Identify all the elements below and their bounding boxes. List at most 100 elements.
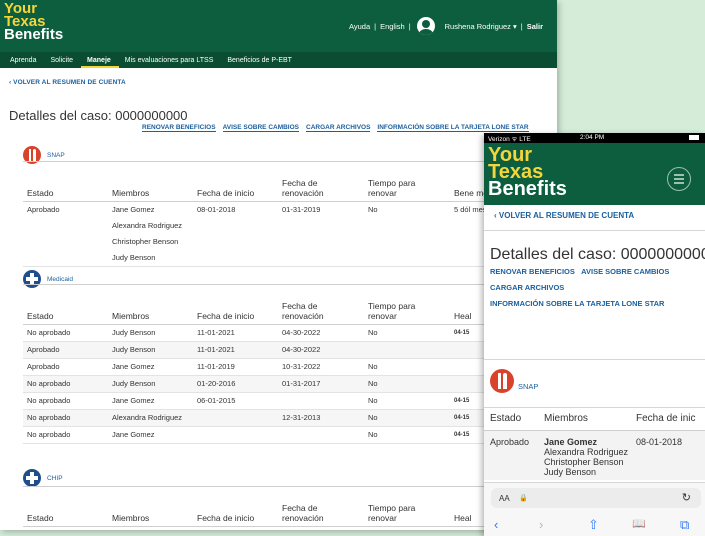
- col-miembros: Miembros: [108, 161, 193, 202]
- table-cell: [278, 426, 364, 444]
- table-cell: 11-01-2019: [193, 358, 278, 376]
- table-cell: No: [364, 324, 450, 342]
- table-cell: [193, 409, 278, 427]
- back-to-summary-link[interactable]: ‹ VOLVER AL RESUMEN DE CUENTA: [494, 211, 634, 220]
- table-cell: No aprobado: [23, 375, 108, 393]
- table-cell: No: [364, 409, 450, 427]
- report-changes-link[interactable]: AVISE SOBRE CAMBIOS: [222, 124, 300, 132]
- nav-solicite[interactable]: Solicite: [44, 56, 81, 68]
- renew-benefits-link[interactable]: RENOVAR BENEFICIOS: [142, 124, 216, 132]
- table-cell: Jane Gomez: [108, 358, 193, 376]
- col-estado: Estado: [23, 486, 108, 527]
- col-fecha-inicio: Fecha de inic: [630, 409, 705, 431]
- safari-toolbar: AA 🔒 ↻ ‹ › ⇧ 📖 ⧉: [484, 482, 705, 536]
- renew-benefits-link[interactable]: RENOVAR BENEFICIOS: [490, 267, 575, 276]
- share-icon[interactable]: ⇧: [588, 517, 599, 533]
- report-changes-link[interactable]: AVISE SOBRE CAMBIOS: [581, 267, 669, 276]
- bookmarks-icon[interactable]: 📖: [632, 517, 646, 530]
- table-row: Aprobado Jane Gomez 11-01-2019 10-31-2022 No: [23, 358, 557, 376]
- address-bar[interactable]: AA 🔒 ↻: [491, 488, 701, 508]
- members-cell: Jane Gomez Alexandra Rodriguez Christoph…: [538, 430, 630, 480]
- hamburger-menu-icon[interactable]: [667, 167, 691, 191]
- page-title: Detalles del caso: 0000000000: [9, 108, 188, 123]
- desktop-window: Your Texas Benefits Ayuda | English | Ru…: [0, 0, 557, 530]
- table-row: No aprobado Judy Benson 11-01-2021 04-30-20…: [23, 324, 557, 342]
- back-icon[interactable]: ‹: [494, 517, 498, 532]
- table-cell: [278, 392, 364, 410]
- back-to-summary-link[interactable]: ‹ VOLVER AL RESUMEN DE CUENTA: [9, 79, 126, 86]
- col-estado: Estado: [484, 409, 538, 431]
- mobile-phone: Verizon ᯤ LTE 2:04 PM Your Texas Benefit…: [484, 133, 705, 536]
- snap-program-heading: SNAP: [490, 369, 538, 393]
- case-actions: RENOVAR BENEFICIOS AVISE SOBRE CAMBIOS C…: [490, 264, 669, 312]
- estado-cell: Aprobado: [484, 430, 538, 480]
- upload-files-link[interactable]: CARGAR ARCHIVOS: [490, 280, 669, 296]
- table-cell: 11-01-2021: [193, 324, 278, 342]
- snap-table: Estado Miembros Fecha de inic Aprobado J…: [484, 409, 705, 480]
- table-cell: 04-30-2022: [278, 324, 364, 342]
- tabs-icon[interactable]: ⧉: [680, 517, 689, 533]
- col-fecha-renovacion: Fecha de renovación: [278, 161, 364, 202]
- col-estado: Estado: [23, 161, 108, 202]
- table-cell: No: [364, 392, 450, 410]
- col-miembros: Miembros: [108, 486, 193, 527]
- table-row: No aprobado Jane Gomez 06-01-2015 No 04-15: [23, 392, 557, 410]
- col-fecha-inicio: Fecha de inicio: [193, 486, 278, 527]
- table-cell: Aprobado: [23, 201, 108, 267]
- text-size-button[interactable]: AA: [499, 494, 510, 503]
- table-cell: [193, 426, 278, 444]
- table-cell: No: [364, 201, 450, 267]
- table-row: Aprobado Judy Benson 11-01-2021 04-30-2022: [23, 341, 557, 359]
- table-cell: Aprobado: [23, 341, 108, 359]
- col-miembros: Miembros: [108, 284, 193, 325]
- forward-icon[interactable]: ›: [539, 517, 543, 532]
- col-fecha-renovacion: Fecha de renovación: [278, 284, 364, 325]
- site-header: Your Texas Benefits Ayuda | English | Ru…: [0, 0, 557, 52]
- table-cell: Alexandra Rodriguez: [108, 409, 193, 427]
- utility-bar: Ayuda | English | Rushena Rodriguez ▾ | …: [347, 14, 545, 38]
- table-cell: 08-01-2018: [193, 201, 278, 267]
- table-cell: 04-30-2022: [278, 341, 364, 359]
- snap-table: Estado Miembros Fecha de inicio Fecha de…: [23, 161, 557, 267]
- help-link[interactable]: Ayuda: [349, 22, 370, 31]
- battery-icon: [689, 135, 699, 140]
- table-cell: 01-20-2016: [193, 375, 278, 393]
- table-cell: No: [364, 426, 450, 444]
- browser-nav-icons: ‹ › ⇧ 📖 ⧉: [484, 517, 705, 535]
- user-menu[interactable]: Rushena Rodriguez ▾: [445, 22, 517, 31]
- col-fecha-inicio: Fecha de inicio: [193, 161, 278, 202]
- fecha-cell: 08-01-2018: [630, 430, 705, 480]
- upload-files-link[interactable]: CARGAR ARCHIVOS: [306, 124, 371, 132]
- your-texas-benefits-logo[interactable]: Your Texas Benefits: [488, 145, 567, 199]
- table-cell: No: [364, 375, 450, 393]
- table-cell: Jane Gomez Alexandra Rodriguez Christopher…: [108, 201, 193, 267]
- table-cell: Judy Benson: [108, 324, 193, 342]
- table-cell: Aprobado: [23, 358, 108, 376]
- table-cell: 01-31-2017: [278, 375, 364, 393]
- nav-aprenda[interactable]: Aprenda: [4, 56, 44, 68]
- your-texas-benefits-logo[interactable]: Your Texas Benefits: [4, 1, 114, 42]
- table-cell: Jane Gomez: [108, 426, 193, 444]
- chip-program-heading: CHIP: [23, 469, 63, 487]
- col-fecha-renovacion: Fecha de renovación: [278, 486, 364, 527]
- table-cell: 12-31-2013: [278, 409, 364, 427]
- table-cell: No aprobado: [23, 392, 108, 410]
- table-row: No aprobado Judy Benson 01-20-2016 01-31-20…: [23, 375, 557, 393]
- medical-cross-icon: [23, 469, 41, 487]
- page-title: Detalles del caso: 0000000000: [490, 246, 705, 263]
- table-row: No aprobado Jane Gomez No 04-15: [23, 426, 557, 444]
- divider: [484, 230, 705, 231]
- reload-icon[interactable]: ↻: [682, 491, 691, 504]
- lone-star-card-link[interactable]: INFORMACIÓN SOBRE LA TARJETA LONE STAR: [377, 124, 529, 132]
- avatar[interactable]: [416, 17, 435, 35]
- lone-star-card-link[interactable]: INFORMACIÓN SOBRE LA TARJETA LONE STAR: [490, 296, 669, 312]
- nav-pebt[interactable]: Beneficios de P-EBT: [221, 56, 300, 68]
- nav-maneje[interactable]: Maneje: [81, 56, 119, 68]
- table-cell: No aprobado: [23, 409, 108, 427]
- table-cell: No aprobado: [23, 426, 108, 444]
- medicaid-table: Estado Miembros Fecha de inicio Fecha de…: [23, 284, 557, 444]
- nav-ltss[interactable]: Mis evaluaciones para LTSS: [119, 56, 222, 68]
- logout-link[interactable]: Salir: [527, 22, 543, 31]
- table-row: No aprobado Alexandra Rodriguez 12-31-2013…: [23, 409, 557, 427]
- language-link[interactable]: English: [380, 22, 405, 31]
